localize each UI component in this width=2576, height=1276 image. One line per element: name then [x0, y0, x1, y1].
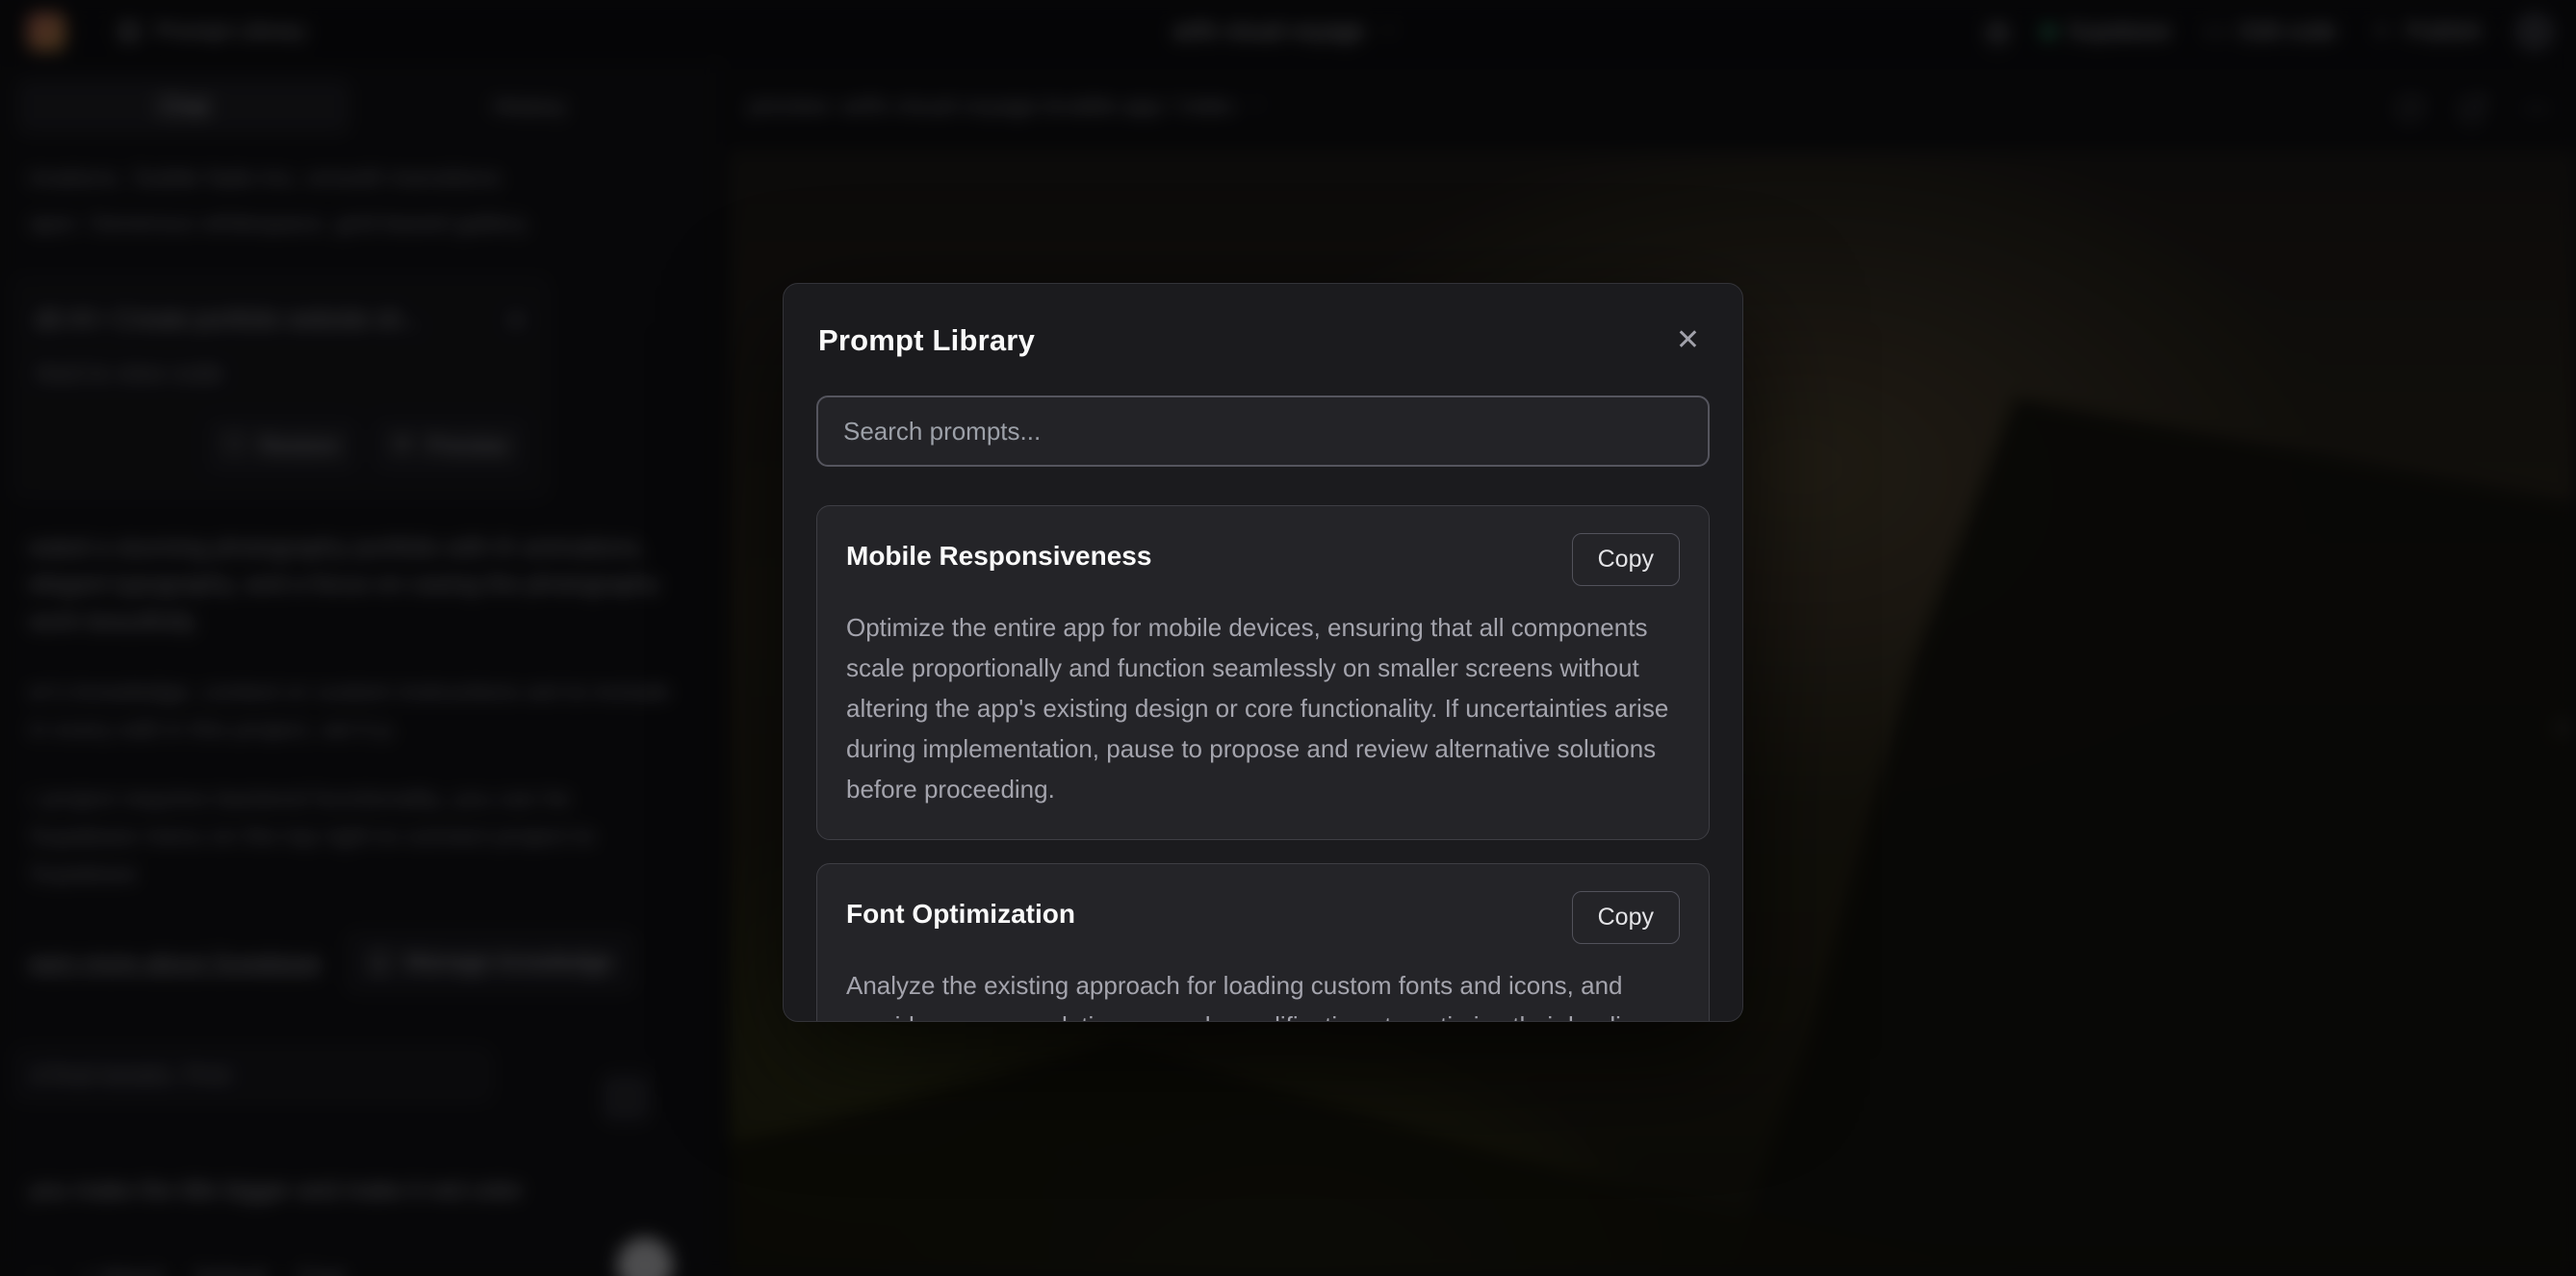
prompt-list: Mobile Responsiveness Copy Optimize the …: [816, 505, 1710, 1022]
copy-button[interactable]: Copy: [1572, 533, 1680, 586]
prompt-card-mobile-responsiveness: Mobile Responsiveness Copy Optimize the …: [816, 505, 1710, 840]
prompt-title: Font Optimization: [846, 891, 1075, 930]
search-input[interactable]: [816, 396, 1710, 467]
app-screen: Prompt Library artfx visual voyage Su: [0, 0, 2576, 1276]
prompt-title: Mobile Responsiveness: [846, 533, 1151, 572]
prompt-body: Analyze the existing approach for loadin…: [846, 965, 1680, 1022]
close-icon[interactable]: ✕: [1668, 322, 1708, 359]
copy-button[interactable]: Copy: [1572, 891, 1680, 944]
prompt-body: Optimize the entire app for mobile devic…: [846, 607, 1680, 810]
prompt-library-modal: Prompt Library ✕ Mobile Responsiveness C…: [783, 283, 1743, 1022]
modal-title: Prompt Library: [818, 323, 1035, 358]
prompt-card-font-optimization: Font Optimization Copy Analyze the exist…: [816, 863, 1710, 1022]
